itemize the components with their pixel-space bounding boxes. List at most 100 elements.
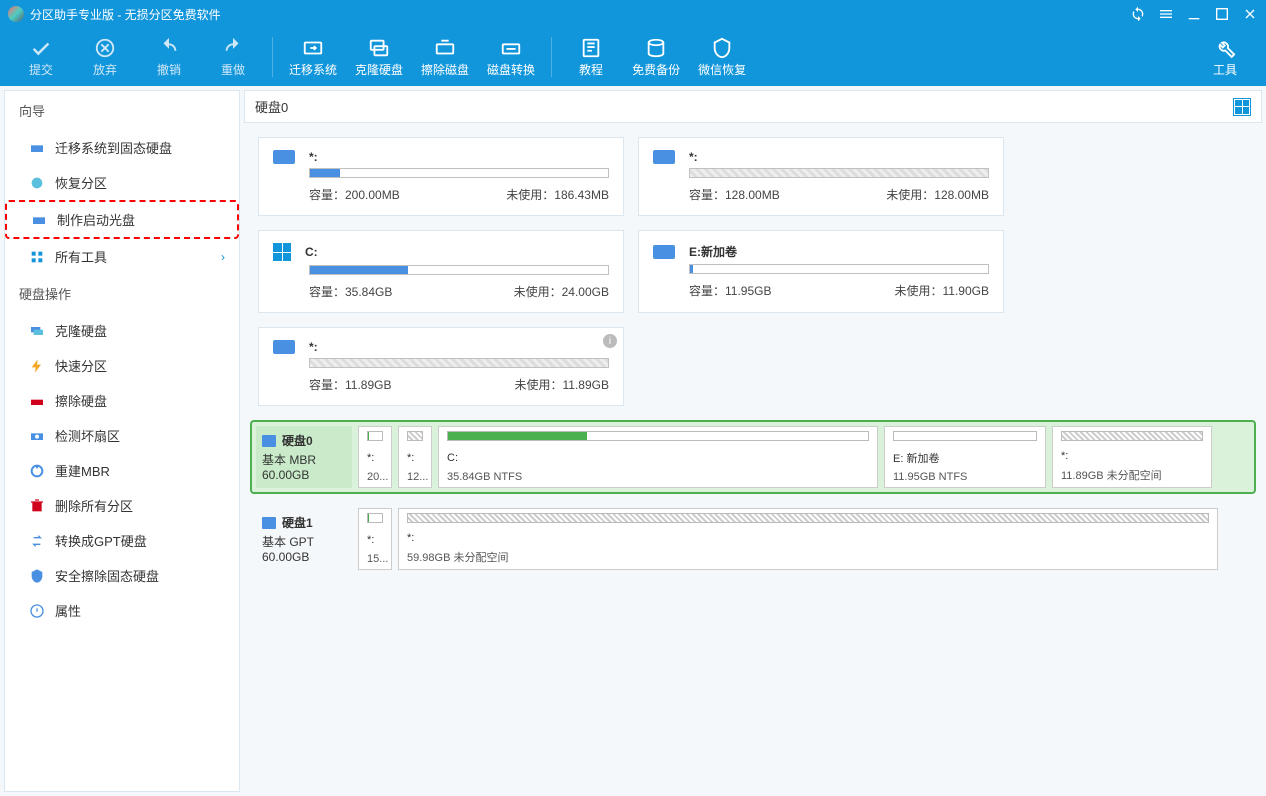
disk-row-partition[interactable]: *: 11.89GB 未分配空间 [1052,426,1212,488]
partition-row-name: *: [367,452,383,464]
unused-text: 未使用：11.90GB [895,282,989,299]
sidebar-icon [29,140,45,156]
redo-label: 重做 [221,61,245,78]
partition-row-size: 12... [407,471,423,483]
disk-row-info: 硬盘0 基本 MBR 60.00GB [256,426,352,488]
partition-name: C: [305,245,318,259]
sidebar-item-label: 擦除硬盘 [55,391,107,410]
undo-button[interactable]: 撤销 [138,29,200,85]
partition-name: *: [309,150,318,164]
tutorial-button[interactable]: 教程 [560,29,622,85]
disk-size: 60.00GB [262,550,346,564]
drive-icon [262,517,276,529]
sidebar-item-label: 安全擦除固态硬盘 [55,566,159,585]
partition-card[interactable]: E:新加卷 容量：11.95GB未使用：11.90GB [638,230,1004,313]
sidebar-item[interactable]: 克隆硬盘 [5,313,239,348]
disk-row-partition[interactable]: E: 新加卷 11.95GB NTFS [884,426,1046,488]
sidebar-item[interactable]: 制作启动光盘 [5,200,239,239]
drive-icon [262,435,276,447]
disk-row[interactable]: 硬盘0 基本 MBR 60.00GB *: 20... *: 12... C: … [250,420,1256,494]
partition-row-name: *: [407,452,423,464]
partition-name: *: [689,150,698,164]
maximize-icon[interactable] [1214,6,1230,22]
drive-icon [653,245,675,259]
sidebar-item[interactable]: 属性 [5,593,239,628]
sidebar-icon [29,463,45,479]
partition-card[interactable]: i *: 容量：11.89GB未使用：11.89GB [258,327,624,406]
disk-row-partition[interactable]: C: 35.84GB NTFS [438,426,878,488]
backup-button[interactable]: 免费备份 [624,29,688,85]
usage-bar [309,358,609,368]
disk-header-label: 硬盘0 [255,97,288,116]
sidebar-item[interactable]: 转换成GPT硬盘 [5,523,239,558]
sidebar-item-label: 恢复分区 [55,173,107,192]
partition-card[interactable]: *: 容量：128.00MB未使用：128.00MB [638,137,1004,216]
drive-icon [273,150,295,164]
redo-button[interactable]: 重做 [202,29,264,85]
backup-label: 免费备份 [632,61,680,78]
partition-bar [407,431,423,441]
sidebar-item[interactable]: 擦除硬盘 [5,383,239,418]
sidebar: 向导 迁移系统到固态硬盘恢复分区制作启动光盘所有工具› 硬盘操作 克隆硬盘快速分… [4,90,240,792]
info-badge-icon: i [603,334,617,348]
sidebar-item-label: 转换成GPT硬盘 [55,531,147,550]
partition-name: E:新加卷 [689,243,737,260]
sidebar-section-wizard: 向导 [5,91,239,130]
migrate-os-button[interactable]: 迁移系统 [281,29,345,85]
sidebar-item-label: 检测坏扇区 [55,426,120,445]
clone-disk-button[interactable]: 克隆硬盘 [347,29,411,85]
partition-name: *: [309,340,318,354]
minimize-icon[interactable] [1186,6,1202,22]
main-area: 向导 迁移系统到固态硬盘恢复分区制作启动光盘所有工具› 硬盘操作 克隆硬盘快速分… [0,86,1266,796]
sidebar-item[interactable]: 所有工具› [5,239,239,274]
sidebar-icon [29,603,45,619]
partition-row-size: 11.95GB NTFS [893,471,1037,483]
usage-bar [309,265,609,275]
disk-row-partition[interactable]: *: 15... [358,508,392,570]
sidebar-item[interactable]: 迁移系统到固态硬盘 [5,130,239,165]
menu-icon[interactable] [1158,6,1174,22]
partition-card[interactable]: *: 容量：200.00MB未使用：186.43MB [258,137,624,216]
sidebar-icon [29,175,45,191]
sidebar-item[interactable]: 快速分区 [5,348,239,383]
disk-row-partition[interactable]: *: 12... [398,426,432,488]
partition-row-name: E: 新加卷 [893,450,1037,466]
commit-button[interactable]: 提交 [10,29,72,85]
window-controls [1130,6,1258,22]
wechat-recover-button[interactable]: 微信恢复 [690,29,754,85]
sidebar-item-label: 属性 [55,601,81,620]
unused-text: 未使用：24.00GB [514,283,609,300]
sidebar-item[interactable]: 重建MBR [5,453,239,488]
partition-row-name: *: [1061,450,1203,462]
partition-row-size: 15... [367,553,383,565]
view-grid-icon[interactable] [1233,98,1251,116]
disk-row-partition[interactable]: *: 59.98GB 未分配空间 [398,508,1218,570]
partition-row-name: C: [447,452,869,464]
chevron-right-icon: › [221,250,225,264]
windows-icon [273,243,291,261]
close-icon[interactable] [1242,6,1258,22]
disk-row[interactable]: 硬盘1 基本 GPT 60.00GB *: 15... *: 59.98GB 未… [250,502,1256,576]
window-title: 分区助手专业版 - 无损分区免费软件 [30,6,1130,23]
convert-disk-button[interactable]: 磁盘转换 [479,29,543,85]
unused-text: 未使用：11.89GB [515,376,609,393]
tools-button[interactable]: 工具 [1194,29,1256,85]
disk-row-partition[interactable]: *: 20... [358,426,392,488]
sidebar-section-diskops: 硬盘操作 [5,274,239,313]
sidebar-item[interactable]: 删除所有分区 [5,488,239,523]
usage-bar [689,168,989,178]
partition-card[interactable]: C: 容量：35.84GB未使用：24.00GB [258,230,624,313]
tools-label: 工具 [1213,61,1237,78]
discard-button[interactable]: 放弃 [74,29,136,85]
refresh-icon[interactable] [1130,6,1146,22]
sidebar-item[interactable]: 安全擦除固态硬盘 [5,558,239,593]
toolbar-separator [272,37,273,77]
sidebar-icon [29,428,45,444]
partition-bar [447,431,869,441]
sidebar-item[interactable]: 检测坏扇区 [5,418,239,453]
commit-label: 提交 [29,61,53,78]
sidebar-item[interactable]: 恢复分区 [5,165,239,200]
wipe-disk-button[interactable]: 擦除磁盘 [413,29,477,85]
discard-label: 放弃 [93,61,117,78]
toolbar: 提交 放弃 撤销 重做 迁移系统 克隆硬盘 擦除磁盘 磁盘转换 教程 免费备份 … [0,28,1266,86]
